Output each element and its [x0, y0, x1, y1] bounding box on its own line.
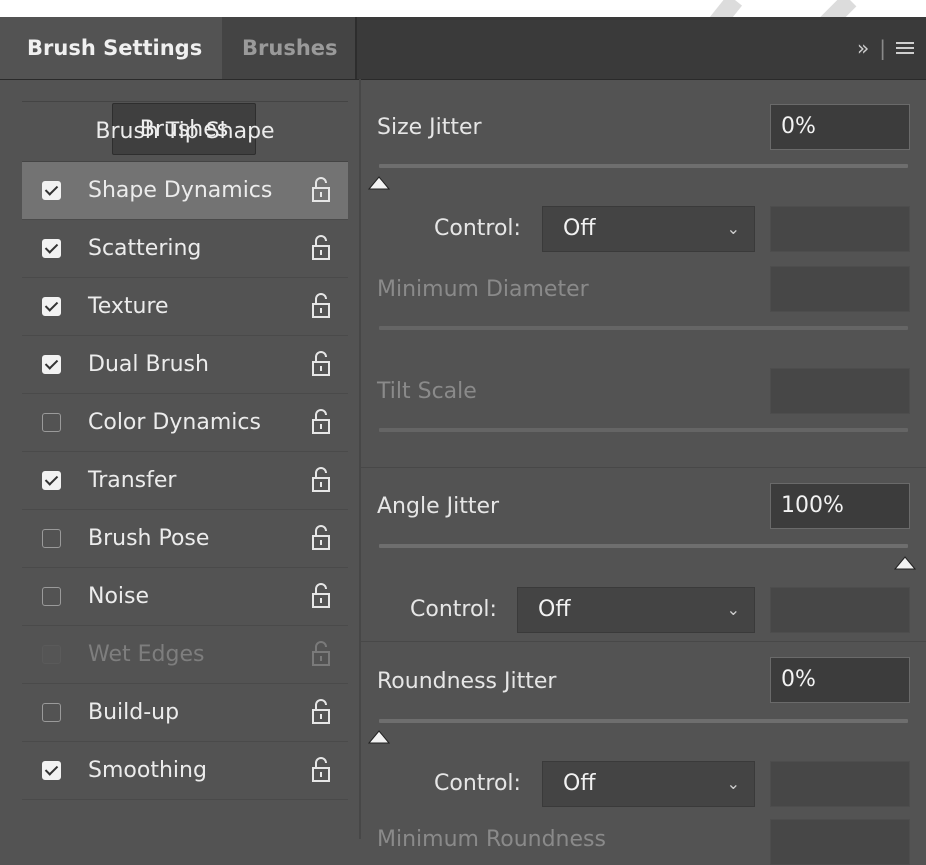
- size-jitter-label: Size Jitter: [377, 115, 482, 140]
- lock-icon[interactable]: [312, 467, 330, 493]
- lock-icon[interactable]: [312, 293, 330, 319]
- roundness-jitter-slider-track[interactable]: [379, 719, 908, 723]
- angle-control-select[interactable]: Off ⌄: [517, 587, 755, 633]
- lock-icon[interactable]: [312, 525, 330, 551]
- panel-controls: » |: [857, 17, 914, 79]
- angle-jitter-slider-thumb[interactable]: [894, 556, 916, 570]
- section-divider: [361, 467, 926, 468]
- list-item-label: Color Dynamics: [88, 410, 261, 435]
- angle-control-extra-field: [770, 587, 910, 633]
- lock-icon[interactable]: [312, 757, 330, 783]
- list-item-label: Scattering: [88, 236, 202, 261]
- angle-jitter-label: Angle Jitter: [377, 494, 500, 519]
- size-jitter-slider-track[interactable]: [379, 164, 908, 168]
- lock-icon[interactable]: [312, 583, 330, 609]
- expand-icon[interactable]: »: [857, 17, 869, 79]
- checkbox[interactable]: [42, 587, 61, 606]
- size-jitter-value[interactable]: 0%: [770, 104, 910, 150]
- minimum-roundness-label: Minimum Roundness: [377, 827, 606, 852]
- select-value: Off: [563, 216, 596, 241]
- list-item-label: Brush Pose: [88, 526, 210, 551]
- minimum-diameter-label: Minimum Diameter: [377, 277, 589, 302]
- checkbox[interactable]: [42, 529, 61, 548]
- tab-divider: [355, 17, 357, 79]
- tilt-scale-value: [770, 368, 910, 414]
- angle-control-label: Control:: [410, 597, 497, 622]
- minimum-roundness-value: [770, 819, 910, 865]
- chevron-down-icon: ⌄: [726, 600, 740, 619]
- checkbox[interactable]: [42, 703, 61, 722]
- chevron-down-icon: ⌄: [726, 774, 740, 793]
- list-item-shape-dynamics[interactable]: Shape Dynamics: [22, 162, 348, 220]
- brush-settings-list: Brush Tip Shape Shape Dynamics Scatterin…: [22, 101, 348, 800]
- list-item-scattering[interactable]: Scattering: [22, 220, 348, 278]
- lock-icon[interactable]: [312, 409, 330, 435]
- size-control-select[interactable]: Off ⌄: [542, 206, 755, 252]
- lock-icon[interactable]: [312, 351, 330, 377]
- checkbox[interactable]: [42, 239, 61, 258]
- brush-tip-shape-item[interactable]: Brush Tip Shape: [22, 101, 348, 162]
- lock-icon[interactable]: [312, 177, 330, 203]
- panel-tab-bar: Brush Settings Brushes » |: [0, 17, 926, 80]
- checkbox: [42, 645, 61, 664]
- list-item-label: Smoothing: [88, 758, 207, 783]
- minimum-diameter-slider-track: [379, 326, 908, 330]
- chevron-down-icon: ⌄: [726, 219, 740, 238]
- checkbox[interactable]: [42, 181, 61, 200]
- list-item-label: Dual Brush: [88, 352, 209, 377]
- checkbox[interactable]: [42, 413, 61, 432]
- lock-icon: [312, 641, 330, 666]
- menu-icon[interactable]: [896, 39, 914, 57]
- list-item-color-dynamics[interactable]: Color Dynamics: [22, 394, 348, 452]
- size-jitter-slider-thumb[interactable]: [368, 176, 390, 190]
- roundness-jitter-value[interactable]: 0%: [770, 657, 910, 703]
- tilt-scale-label: Tilt Scale: [377, 379, 477, 404]
- lock-icon[interactable]: [312, 235, 330, 261]
- select-value: Off: [563, 771, 596, 796]
- size-control-label: Control:: [434, 216, 521, 241]
- lock-icon[interactable]: [312, 699, 330, 725]
- checkbox[interactable]: [42, 297, 61, 316]
- angle-jitter-slider-track[interactable]: [379, 544, 908, 548]
- roundness-jitter-slider-thumb[interactable]: [368, 730, 390, 744]
- roundness-control-extra-field: [770, 761, 910, 807]
- checkbox[interactable]: [42, 761, 61, 780]
- tab-brushes[interactable]: Brushes: [222, 17, 356, 79]
- list-item-label: Transfer: [88, 468, 177, 493]
- separator: |: [879, 36, 886, 60]
- list-item-label: Noise: [88, 584, 150, 609]
- size-control-extra-field: [770, 206, 910, 252]
- list-item-transfer[interactable]: Transfer: [22, 452, 348, 510]
- angle-jitter-value[interactable]: 100%: [770, 483, 910, 529]
- list-item-wet-edges: Wet Edges: [22, 626, 348, 684]
- tab-brush-settings[interactable]: Brush Settings: [0, 17, 222, 79]
- list-item-dual-brush[interactable]: Dual Brush: [22, 336, 348, 394]
- roundness-control-label: Control:: [434, 771, 521, 796]
- list-item-texture[interactable]: Texture: [22, 278, 348, 336]
- list-item-label: Shape Dynamics: [88, 178, 273, 203]
- top-strip: [0, 0, 926, 17]
- list-item-smoothing[interactable]: Smoothing: [22, 742, 348, 800]
- checkbox[interactable]: [42, 471, 61, 490]
- list-item-label: Wet Edges: [88, 642, 205, 667]
- minimum-diameter-value: [770, 266, 910, 312]
- checkbox[interactable]: [42, 355, 61, 374]
- list-item-brush-pose[interactable]: Brush Pose: [22, 510, 348, 568]
- list-item-noise[interactable]: Noise: [22, 568, 348, 626]
- roundness-control-select[interactable]: Off ⌄: [542, 761, 755, 807]
- shape-dynamics-options: Size Jitter 0% Control: Off ⌄ Minimum Dia…: [361, 79, 926, 865]
- list-item-build-up[interactable]: Build-up: [22, 684, 348, 742]
- list-item-label: Texture: [88, 294, 169, 319]
- section-divider: [361, 641, 926, 642]
- list-item-label: Build-up: [88, 700, 180, 725]
- select-value: Off: [538, 597, 571, 622]
- roundness-jitter-label: Roundness Jitter: [377, 669, 557, 694]
- tilt-scale-slider-track: [379, 428, 908, 432]
